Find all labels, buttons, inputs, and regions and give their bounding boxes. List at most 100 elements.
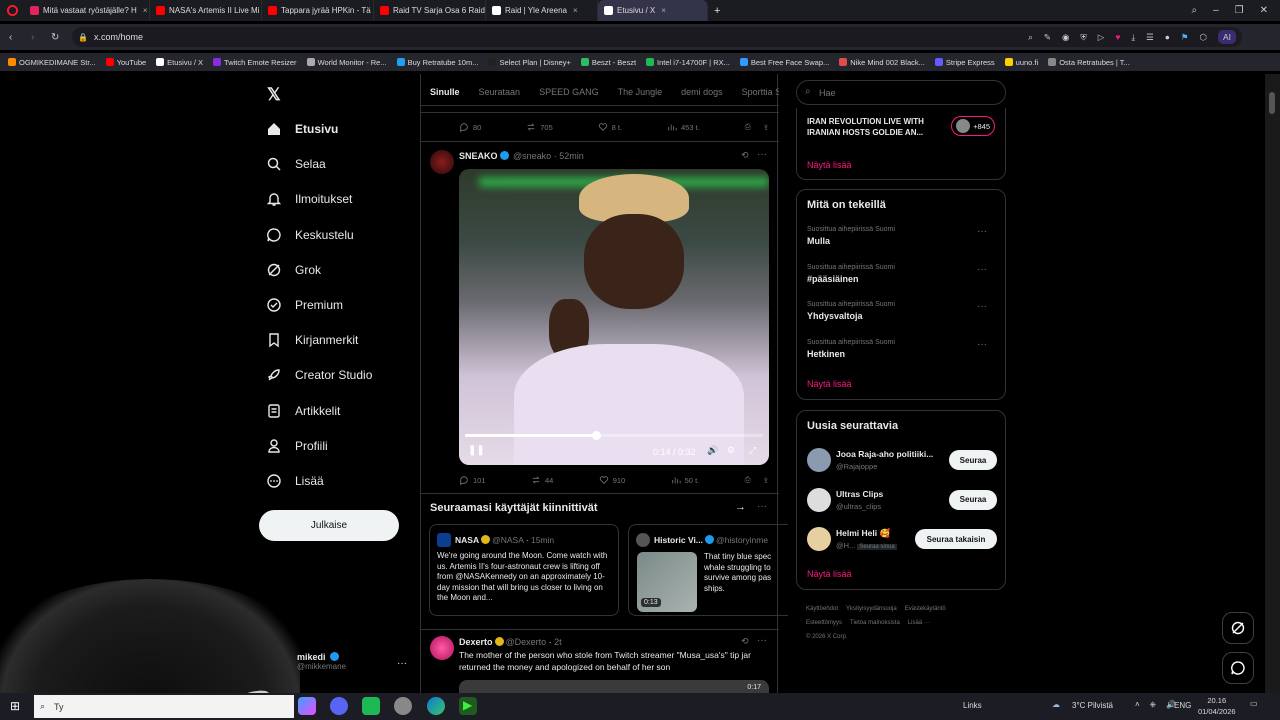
user-name[interactable]: Helmi Heli 🥰 — [836, 528, 890, 539]
bookmark-item[interactable]: Beszt - Beszt — [580, 58, 636, 67]
messages-fab[interactable] — [1222, 652, 1254, 684]
grok-icon[interactable]: ⟲ — [741, 636, 749, 647]
nav-item-etusivu[interactable]: Etusivu — [266, 121, 338, 137]
repost-button[interactable]: 705 — [526, 122, 553, 132]
url-field[interactable]: 🔒 x.com/home ⌕ ✎ ◉ ⛨ ▷ ♥ ⤓ ☰ ● ⚑ ⬡ AI — [72, 27, 1242, 47]
footer-link[interactable]: Yksityisyydänsuoja — [846, 606, 897, 612]
nav-item-ilmoitukset[interactable]: Ilmoitukset — [266, 191, 352, 207]
user-avatar[interactable] — [807, 448, 831, 472]
author-handle[interactable]: @sneako — [513, 151, 551, 161]
shield-icon[interactable]: ⛨ — [1080, 32, 1086, 43]
footer-link[interactable]: Evästekäytäntö — [905, 606, 946, 612]
bookmark-item[interactable]: Osta Retratubes | T... — [1048, 58, 1130, 67]
browser-tab[interactable]: Etusivu / X × — [598, 0, 708, 21]
close-tab-icon[interactable]: × — [661, 6, 666, 15]
show-more-link[interactable]: Näytä lisää — [807, 379, 852, 389]
nav-item-keskustelu[interactable]: Keskustelu — [266, 227, 354, 243]
bookmark-item[interactable]: Buy Retratube 10m... — [396, 58, 478, 67]
sneako-avatar[interactable] — [430, 150, 454, 174]
bookmark-item[interactable]: uuno.fi — [1004, 58, 1038, 67]
profile-icon[interactable]: ● — [1165, 32, 1170, 42]
arrow-right-icon[interactable]: → — [735, 501, 746, 513]
feed-tab[interactable]: Seurataan — [479, 87, 521, 97]
reload-icon[interactable]: ↻ — [51, 32, 59, 43]
volume-icon[interactable]: 🔊 — [707, 445, 718, 456]
bookmark-icon[interactable]: ⎙ — [745, 122, 751, 132]
suggested-user[interactable]: Jooa Raja-aho politiiki... @Rajajoppe Seu… — [797, 447, 1007, 477]
live-title[interactable]: IRAN REVOLUTION LIVE WITH IRANIAN HOSTS … — [807, 116, 947, 138]
trend-item[interactable]: Suosittua aihepiirissä Suomi Hetkinen ··· — [807, 339, 997, 359]
tweet-more-icon[interactable]: ··· — [757, 149, 767, 160]
nav-item-profiili[interactable]: Profiili — [266, 438, 328, 454]
suggested-user[interactable]: Ultras Clips @ultras_clips Seuraa — [797, 487, 1007, 517]
views-button[interactable]: 50 t. — [671, 475, 699, 485]
post-button[interactable]: Julkaise — [259, 510, 399, 541]
cube-icon[interactable]: ⬡ — [1200, 32, 1207, 43]
tweet-media[interactable]: 0:17 — [459, 680, 769, 693]
dexerto-avatar[interactable] — [430, 636, 454, 660]
menu-icon[interactable]: ☰ — [1146, 32, 1154, 43]
footer-link[interactable]: Lisää ··· — [908, 620, 930, 626]
nav-item-selaa[interactable]: Selaa — [266, 156, 326, 172]
nav-item-premium[interactable]: Premium — [266, 297, 343, 313]
close-window-button[interactable]: ✕ — [1260, 5, 1268, 16]
app-icon[interactable] — [362, 697, 380, 715]
trend-item[interactable]: Suosittua aihepiirissä Suomi #pääsiäinen ·… — [807, 264, 997, 284]
download-icon[interactable]: ⤓ — [1131, 32, 1135, 43]
historic-thumbnail[interactable]: 0:13 — [637, 552, 697, 612]
trend-more-icon[interactable]: ··· — [977, 264, 987, 275]
section-more-icon[interactable]: ··· — [757, 501, 767, 512]
feed-tab[interactable]: Sporttia S — [742, 87, 779, 97]
views-button[interactable]: 453 t. — [667, 122, 700, 132]
extension-icon[interactable]: ⚑ — [1181, 32, 1189, 43]
browser-tab[interactable]: Mitä vastaat ryöstäjälle? H × — [24, 0, 150, 21]
footer-link[interactable]: Esteettömyys — [806, 620, 842, 626]
play-icon[interactable]: ▷ — [1098, 32, 1105, 43]
tray-chevron-icon[interactable]: ˄ — [1135, 700, 1140, 710]
browser-tab[interactable]: Raid | Yle Areena × — [486, 0, 598, 21]
footer-link[interactable]: Käyttöehdot — [806, 606, 838, 612]
edge-icon[interactable] — [427, 697, 445, 715]
forward-icon[interactable]: › — [31, 32, 34, 43]
bookmark-item[interactable]: YouTube — [105, 58, 146, 67]
repost-button[interactable]: 44 — [531, 475, 553, 485]
camera-icon[interactable]: ◉ — [1062, 32, 1069, 43]
tweet-more-icon[interactable]: ··· — [757, 635, 767, 646]
trend-more-icon[interactable]: ··· — [977, 339, 987, 350]
pinned-card-nasa[interactable]: NASA @NASA · 15min We're going around the… — [429, 524, 619, 616]
start-icon[interactable]: ⊞ — [10, 699, 20, 713]
language-indicator[interactable]: ENG — [1174, 701, 1191, 710]
user-name[interactable]: Jooa Raja-aho politiiki... — [836, 449, 933, 459]
network-icon[interactable]: ⎈ — [1150, 700, 1156, 710]
follow-button[interactable]: Seuraa takaisin — [915, 529, 997, 549]
bookmark-icon[interactable]: ⎙ — [745, 475, 751, 485]
follow-button[interactable]: Seuraa — [949, 489, 997, 510]
pause-icon[interactable]: ❚❚ — [468, 445, 485, 456]
x-logo-icon[interactable]: 𝕏 — [267, 85, 281, 105]
close-tab-icon[interactable]: × — [573, 6, 578, 15]
reply-button[interactable]: 101 — [459, 475, 486, 485]
shield-app-icon[interactable] — [394, 697, 412, 715]
page-scrollbar[interactable] — [1265, 74, 1280, 693]
share-icon[interactable]: ⇪ — [763, 476, 769, 485]
pinned-card-historic[interactable]: Historic Vi... @historyinme 0:13 That tin… — [628, 524, 788, 616]
browser-tab[interactable]: Tappara jyrää HPKin - Tä× — [262, 0, 374, 21]
edit-icon[interactable]: ✎ — [1044, 32, 1051, 43]
feed-tab[interactable]: SPEED GANG — [539, 87, 599, 97]
like-button[interactable]: 8 t. — [598, 122, 622, 132]
bookmark-item[interactable]: Stripe Express — [934, 58, 995, 67]
user-avatar[interactable] — [807, 527, 831, 551]
new-tab-button[interactable]: + — [708, 5, 726, 17]
bookmark-item[interactable]: Twitch Emote Resizer — [213, 58, 297, 67]
browser-tab[interactable]: Raid TV Sarja Osa 6 Raidi× — [374, 0, 486, 21]
follow-button[interactable]: Seuraa — [949, 450, 997, 470]
nav-item-artikkelit[interactable]: Artikkelit — [266, 403, 340, 419]
footer-link[interactable]: © 2026 X Corp. — [806, 634, 847, 640]
bookmark-item[interactable]: OGMIKEDIMANE Str... — [8, 58, 96, 67]
minimize-button[interactable]: – — [1213, 5, 1219, 16]
search-input[interactable]: ⌕ Hae — [796, 80, 1006, 105]
feed-tab[interactable]: Sinulle — [430, 87, 460, 97]
bookmark-item[interactable]: Etusivu / X — [156, 58, 203, 67]
show-more-link[interactable]: Näytä lisää — [807, 569, 852, 579]
show-more-link[interactable]: Näytä lisää — [807, 160, 852, 170]
